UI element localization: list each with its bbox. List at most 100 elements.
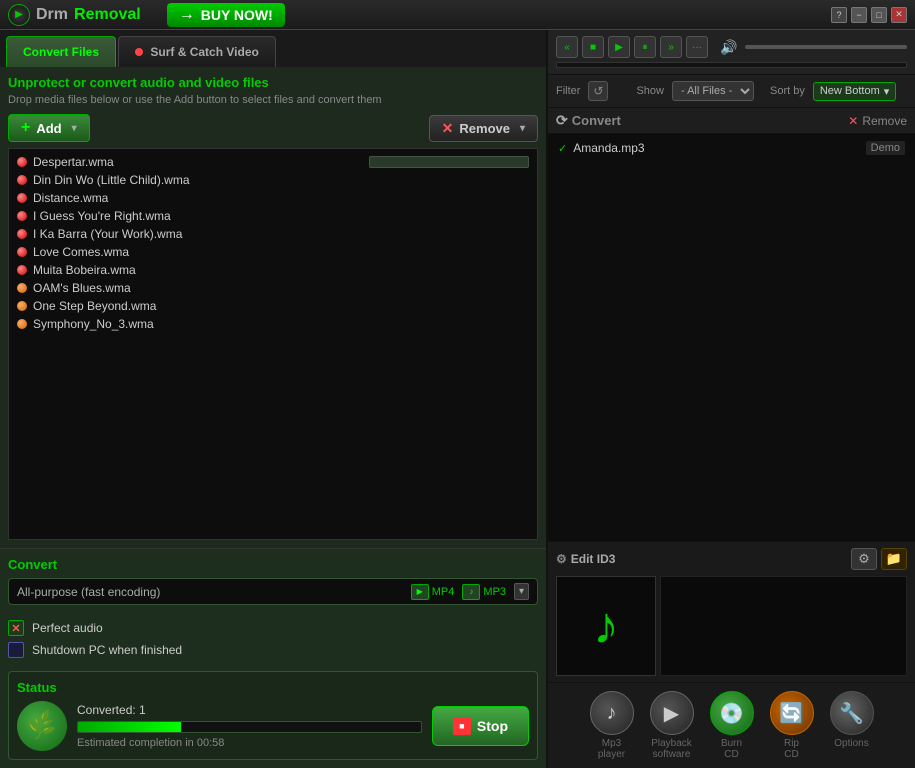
status-converted: Converted: 1: [77, 703, 422, 717]
left-panel: Convert Files Surf & Catch Video Unprote…: [0, 30, 548, 768]
file-name: Symphony_No_3.wma: [33, 317, 154, 331]
filter-refresh-button[interactable]: ↺: [588, 81, 608, 101]
file-name: One Step Beyond.wma: [33, 299, 156, 313]
file-list-item[interactable]: Symphony_No_3.wma: [9, 315, 537, 333]
bottom-icon-circle: ▶: [650, 691, 694, 735]
file-toolbar: + Add ▾ ✕ Remove ▾: [8, 114, 538, 142]
right-convert-button[interactable]: ⟳ Convert: [556, 112, 621, 129]
right-convert-label: Convert: [572, 113, 621, 128]
title-bar: ▶ DrmRemoval → BUY NOW! ? − □ ✕: [0, 0, 915, 30]
stop-transport-button[interactable]: ■: [582, 36, 604, 58]
file-list-item[interactable]: Muita Bobeira.wma: [9, 261, 537, 279]
filter-select[interactable]: - All Files -: [672, 81, 754, 101]
status-body: 🌿 Converted: 1 Estimated completion in 0…: [17, 701, 529, 751]
file-dot: [17, 247, 27, 257]
file-list-item[interactable]: One Step Beyond.wma: [9, 297, 537, 315]
file-dot: [17, 157, 27, 167]
minimize-button[interactable]: −: [851, 7, 867, 23]
shutdown-checkbox[interactable]: [8, 642, 24, 658]
remove-x-icon: ✕: [442, 120, 454, 137]
id3-folder-button[interactable]: 📁: [881, 548, 907, 570]
format-mp3-button[interactable]: ♪ MP3: [462, 584, 506, 600]
file-area-header: Unprotect or convert audio and video fil…: [8, 75, 538, 90]
right-toolbar: ⟳ Convert ✕ Remove: [548, 108, 915, 134]
buy-now-button[interactable]: → BUY NOW!: [167, 3, 285, 27]
file-list-item[interactable]: Distance.wma: [9, 189, 537, 207]
format-mp4-button[interactable]: ▶ MP4: [411, 584, 455, 600]
file-area: Unprotect or convert audio and video fil…: [0, 67, 546, 548]
right-remove-button[interactable]: ✕ Remove: [848, 114, 907, 128]
bottom-icon-circle: 🔄: [770, 691, 814, 735]
right-remove-x: ✕: [848, 114, 858, 128]
file-list-item[interactable]: Love Comes.wma: [9, 243, 537, 261]
tabs: Convert Files Surf & Catch Video: [0, 30, 546, 67]
shutdown-label: Shutdown PC when finished: [32, 643, 182, 657]
tab-convert-files-label: Convert Files: [23, 45, 99, 59]
convert-profile[interactable]: All-purpose (fast encoding) ▶ MP4 ♪ MP3 …: [8, 578, 538, 605]
file-dot: [17, 175, 27, 185]
file-name: Muita Bobeira.wma: [33, 263, 136, 277]
edit-id3-label: ⚙ Edit ID3: [556, 552, 615, 566]
bottom-bar: ♪ Mp3player ▶ Playbacksoftware 💿 BurnCD …: [548, 682, 915, 768]
pause-button[interactable]: ⏸: [634, 36, 656, 58]
file-dot: [17, 193, 27, 203]
status-leaf-icon: 🌿: [25, 709, 60, 743]
bottom-icon-label: Mp3player: [598, 738, 625, 760]
file-list-item[interactable]: Despertar.wma: [9, 153, 537, 171]
sort-dropdown[interactable]: New Bottom ▾: [813, 82, 896, 101]
more-button[interactable]: ···: [686, 36, 708, 58]
mp4-label: MP4: [432, 586, 455, 598]
buy-now-arrow: →: [179, 6, 195, 24]
perfect-audio-label: Perfect audio: [32, 621, 103, 635]
convert-section: Convert All-purpose (fast encoding) ▶ MP…: [0, 548, 546, 768]
rewind-button[interactable]: «: [556, 36, 578, 58]
mp3-label: MP3: [483, 586, 506, 598]
file-name: I Ka Barra (Your Work).wma: [33, 227, 182, 241]
album-art-secondary: [660, 576, 907, 676]
file-list-item[interactable]: Din Din Wo (Little Child).wma: [9, 171, 537, 189]
file-name: I Guess You're Right.wma: [33, 209, 171, 223]
bottom-icon-item[interactable]: 🔧 Options: [830, 691, 874, 760]
id3-settings-button[interactable]: ⚙: [851, 548, 877, 570]
file-list-item[interactable]: OAM's Blues.wma: [9, 279, 537, 297]
perfect-audio-checkbox[interactable]: ✕: [8, 620, 24, 636]
right-file-list-item[interactable]: ✓ Amanda.mp3 Demo: [548, 138, 915, 158]
seek-bar[interactable]: [556, 62, 907, 68]
volume-slider[interactable]: [745, 45, 907, 49]
bottom-icon-item[interactable]: 💿 BurnCD: [710, 691, 754, 760]
bottom-icon-item[interactable]: ♪ Mp3player: [590, 691, 634, 760]
filter-label: Filter: [556, 85, 580, 97]
bottom-icon-circle: 💿: [710, 691, 754, 735]
close-button[interactable]: ✕: [891, 7, 907, 23]
right-file-check: ✓: [558, 142, 567, 155]
mp3-icon: ♪: [462, 584, 480, 600]
bottom-icon-item[interactable]: 🔄 RipCD: [770, 691, 814, 760]
tab-surf-catch[interactable]: Surf & Catch Video: [118, 36, 276, 67]
status-progress-bar: [77, 721, 422, 733]
file-dot: [17, 265, 27, 275]
stop-button[interactable]: ■ Stop: [432, 706, 529, 746]
tab-convert-files[interactable]: Convert Files: [6, 36, 116, 67]
bottom-icon-item[interactable]: ▶ Playbacksoftware: [650, 691, 694, 760]
help-button[interactable]: ?: [831, 7, 847, 23]
remove-button[interactable]: ✕ Remove ▾: [429, 115, 538, 142]
file-list-item[interactable]: I Ka Barra (Your Work).wma: [9, 225, 537, 243]
edit-id3-header: ⚙ Edit ID3 ⚙ 📁: [556, 548, 907, 570]
perfect-audio-row: ✕ Perfect audio: [8, 617, 538, 639]
add-button[interactable]: + Add ▾: [8, 114, 90, 142]
file-list-item[interactable]: I Guess You're Right.wma: [9, 207, 537, 225]
right-panel: « ■ ▶ ⏸ » ··· 🔊 Filter ↺ Show - All File…: [548, 30, 915, 768]
stop-label: Stop: [477, 718, 508, 734]
profile-name: All-purpose (fast encoding): [17, 585, 160, 599]
file-area-subheader: Drop media files below or use the Add bu…: [8, 94, 538, 106]
status-info: Converted: 1 Estimated completion in 00:…: [77, 703, 422, 749]
bottom-icon-circle: 🔧: [830, 691, 874, 735]
right-file-name: Amanda.mp3: [573, 141, 859, 155]
format-dropdown-arrow[interactable]: ▾: [514, 583, 529, 600]
fast-forward-button[interactable]: »: [660, 36, 682, 58]
edit-id3-buttons: ⚙ 📁: [851, 548, 907, 570]
maximize-button[interactable]: □: [871, 7, 887, 23]
file-name: Din Din Wo (Little Child).wma: [33, 173, 190, 187]
play-button[interactable]: ▶: [608, 36, 630, 58]
app-title-drm: Drm: [36, 6, 68, 24]
